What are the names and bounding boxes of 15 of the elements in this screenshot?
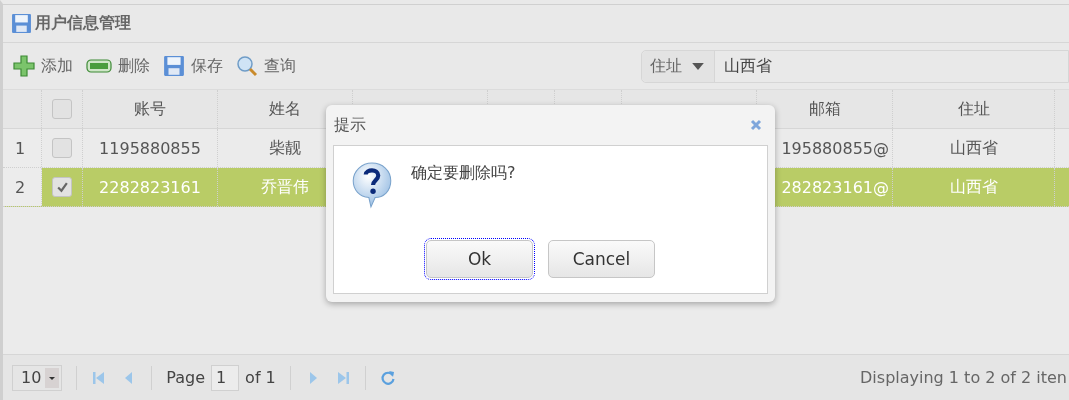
table-cell: 1195880855 [99, 138, 201, 158]
table-cell: 2282823161 [99, 177, 201, 197]
row-number: 2 [3, 168, 42, 206]
dialog-title: 提示 [334, 114, 366, 136]
display-info: Displaying 1 to 2 of 2 iten [860, 368, 1067, 387]
page-count: of 1 [245, 368, 276, 387]
panel-title: 用户信息管理 [35, 13, 131, 34]
table-cell: 282823161@ [781, 177, 889, 197]
table-cell: 山西省 [949, 176, 998, 198]
table-cell: 山西省 [949, 137, 998, 159]
page-label: Page [166, 368, 206, 387]
table-cell: 195880855@ [781, 138, 889, 158]
table-cell: 乔晋伟 [261, 176, 309, 198]
dialog-message: 确定要删除吗? [411, 163, 516, 184]
table-cell: 柴靓 [269, 137, 301, 159]
